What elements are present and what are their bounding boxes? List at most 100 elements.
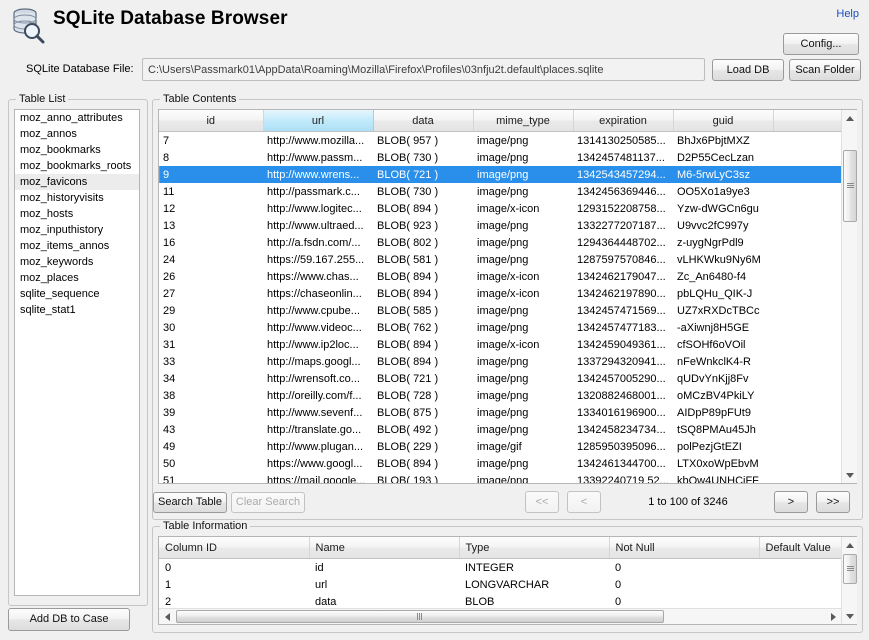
table-row[interactable]: 43http://translate.go...BLOB( 492 )image… bbox=[159, 421, 841, 438]
cell-id[interactable]: 26 bbox=[159, 268, 263, 285]
info-cell-type[interactable]: LONGVARCHAR bbox=[459, 576, 609, 593]
table-list-item-moz_items_annos[interactable]: moz_items_annos bbox=[15, 238, 139, 254]
info-column-header-column-id[interactable]: Column ID bbox=[159, 537, 309, 559]
column-header-data[interactable]: data bbox=[373, 110, 473, 132]
cell-id[interactable]: 50 bbox=[159, 455, 263, 472]
table-row[interactable]: 13http://www.ultraed...BLOB( 923 )image/… bbox=[159, 217, 841, 234]
cell-id[interactable]: 9 bbox=[159, 166, 263, 183]
info-cell-name[interactable]: id bbox=[309, 559, 459, 577]
cell-expiration[interactable]: 1342459049361... bbox=[573, 336, 673, 353]
cell-expiration[interactable]: 1342462179047... bbox=[573, 268, 673, 285]
cell-data[interactable]: BLOB( 894 ) bbox=[373, 200, 473, 217]
cell-guid[interactable]: D2P55CecLzan bbox=[673, 149, 773, 166]
table-row[interactable]: 12http://www.logitec...BLOB( 894 )image/… bbox=[159, 200, 841, 217]
cell-expiration[interactable]: 1342543457294... bbox=[573, 166, 673, 183]
cell-url[interactable]: https://www.chas... bbox=[263, 268, 373, 285]
column-header-url[interactable]: url bbox=[263, 110, 373, 132]
cell-data[interactable]: BLOB( 894 ) bbox=[373, 353, 473, 370]
table-row[interactable]: 24https://59.167.255...BLOB( 581 )image/… bbox=[159, 251, 841, 268]
scroll-up-arrow-icon[interactable] bbox=[842, 110, 858, 126]
info-cell-not-null[interactable]: 0 bbox=[609, 559, 759, 577]
table-list-item-sqlite_sequence[interactable]: sqlite_sequence bbox=[15, 286, 139, 302]
contents-body[interactable]: 7http://www.mozilla...BLOB( 957 )image/p… bbox=[159, 132, 841, 485]
cell-id[interactable]: 12 bbox=[159, 200, 263, 217]
cell-url[interactable]: http://www.videoc... bbox=[263, 319, 373, 336]
cell-url[interactable]: https://chaseonlin... bbox=[263, 285, 373, 302]
cell-data[interactable]: BLOB( 894 ) bbox=[373, 268, 473, 285]
table-list-item-moz_bookmarks_roots[interactable]: moz_bookmarks_roots bbox=[15, 158, 139, 174]
scroll-right-arrow-icon[interactable] bbox=[825, 609, 841, 625]
table-list-item-moz_hosts[interactable]: moz_hosts bbox=[15, 206, 139, 222]
table-list-item-moz_bookmarks[interactable]: moz_bookmarks bbox=[15, 142, 139, 158]
cell-id[interactable]: 34 bbox=[159, 370, 263, 387]
cell-url[interactable]: http://translate.go... bbox=[263, 421, 373, 438]
cell-id[interactable]: 49 bbox=[159, 438, 263, 455]
cell-guid[interactable]: AIDpP89pFUt9 bbox=[673, 404, 773, 421]
cell-guid[interactable]: vLHKWku9Ny6M bbox=[673, 251, 773, 268]
cell-id[interactable]: 38 bbox=[159, 387, 263, 404]
cell-data[interactable]: BLOB( 957 ) bbox=[373, 132, 473, 150]
cell-url[interactable]: http://maps.googl... bbox=[263, 353, 373, 370]
cell-guid[interactable]: tSQ8PMAu45Jh bbox=[673, 421, 773, 438]
column-header-guid[interactable]: guid bbox=[673, 110, 773, 132]
cell-id[interactable]: 31 bbox=[159, 336, 263, 353]
cell-mime_type[interactable]: image/x-icon bbox=[473, 336, 573, 353]
cell-id[interactable]: 11 bbox=[159, 183, 263, 200]
cell-expiration[interactable]: 1342458234734... bbox=[573, 421, 673, 438]
info-scroll-down-arrow-icon[interactable] bbox=[842, 608, 858, 624]
cell-expiration[interactable]: 1314130250585... bbox=[573, 132, 673, 150]
cell-data[interactable]: BLOB( 229 ) bbox=[373, 438, 473, 455]
cell-guid[interactable]: OO5Xo1a9ye3 bbox=[673, 183, 773, 200]
table-list-item-moz_annos[interactable]: moz_annos bbox=[15, 126, 139, 142]
cell-mime_type[interactable]: image/png bbox=[473, 132, 573, 150]
cell-guid[interactable]: nFeWnkclK4-R bbox=[673, 353, 773, 370]
clear-search-button[interactable]: Clear Search bbox=[231, 492, 305, 513]
cell-mime_type[interactable]: image/png bbox=[473, 353, 573, 370]
table-contents-grid[interactable]: idurldatamime_typeexpirationguid 7http:/… bbox=[158, 109, 857, 484]
cell-mime_type[interactable]: image/x-icon bbox=[473, 285, 573, 302]
cell-url[interactable]: http://www.wrens... bbox=[263, 166, 373, 183]
table-list-item-moz_historyvisits[interactable]: moz_historyvisits bbox=[15, 190, 139, 206]
table-list-item-moz_favicons[interactable]: moz_favicons bbox=[15, 174, 139, 190]
cell-expiration[interactable]: 1337294320941... bbox=[573, 353, 673, 370]
cell-expiration[interactable]: 1293152208758... bbox=[573, 200, 673, 217]
info-column-header-name[interactable]: Name bbox=[309, 537, 459, 559]
cell-id[interactable]: 30 bbox=[159, 319, 263, 336]
cell-mime_type[interactable]: image/png bbox=[473, 149, 573, 166]
info-hscroll-thumb[interactable] bbox=[176, 610, 664, 623]
cell-url[interactable]: http://www.logitec... bbox=[263, 200, 373, 217]
table-row[interactable]: 8http://www.passm...BLOB( 730 )image/png… bbox=[159, 149, 841, 166]
cell-expiration[interactable]: 1342457477183... bbox=[573, 319, 673, 336]
cell-mime_type[interactable]: image/png bbox=[473, 234, 573, 251]
cell-data[interactable]: BLOB( 875 ) bbox=[373, 404, 473, 421]
table-row[interactable]: 26https://www.chas...BLOB( 894 )image/x-… bbox=[159, 268, 841, 285]
cell-expiration[interactable]: 1320882468001... bbox=[573, 387, 673, 404]
info-cell-column-id[interactable]: 0 bbox=[159, 559, 309, 577]
cell-data[interactable]: BLOB( 728 ) bbox=[373, 387, 473, 404]
cell-data[interactable]: BLOB( 730 ) bbox=[373, 149, 473, 166]
info-column-header-default-value[interactable]: Default Value bbox=[759, 537, 841, 559]
table-information-grid[interactable]: Column IDNameTypeNot NullDefault Value 0… bbox=[158, 536, 857, 625]
cell-expiration[interactable]: 1334016196900... bbox=[573, 404, 673, 421]
info-body[interactable]: 0idINTEGER01urlLONGVARCHAR02dataBLOB0 bbox=[159, 559, 841, 611]
info-horizontal-scrollbar[interactable] bbox=[159, 608, 841, 624]
table-list-item-moz_places[interactable]: moz_places bbox=[15, 270, 139, 286]
cell-data[interactable]: BLOB( 894 ) bbox=[373, 285, 473, 302]
cell-id[interactable]: 24 bbox=[159, 251, 263, 268]
cell-guid[interactable]: pbLQHu_QIK-J bbox=[673, 285, 773, 302]
scan-folder-button[interactable]: Scan Folder bbox=[789, 59, 861, 81]
cell-mime_type[interactable]: image/png bbox=[473, 455, 573, 472]
info-table-row[interactable]: 1urlLONGVARCHAR0 bbox=[159, 576, 841, 593]
last-page-button[interactable]: >> bbox=[816, 491, 850, 513]
info-scroll-thumb[interactable] bbox=[843, 554, 857, 584]
config-button[interactable]: Config... bbox=[783, 33, 859, 55]
db-file-input[interactable] bbox=[142, 58, 705, 81]
cell-mime_type[interactable]: image/png bbox=[473, 251, 573, 268]
cell-expiration[interactable]: 1294364448702... bbox=[573, 234, 673, 251]
table-list[interactable]: moz_anno_attributesmoz_annosmoz_bookmark… bbox=[14, 109, 140, 596]
cell-guid[interactable]: -aXiwnj8H5GE bbox=[673, 319, 773, 336]
table-list-item-sqlite_stat1[interactable]: sqlite_stat1 bbox=[15, 302, 139, 318]
cell-mime_type[interactable]: image/png bbox=[473, 183, 573, 200]
table-row[interactable]: 49http://www.plugan...BLOB( 229 )image/g… bbox=[159, 438, 841, 455]
cell-data[interactable]: BLOB( 730 ) bbox=[373, 183, 473, 200]
